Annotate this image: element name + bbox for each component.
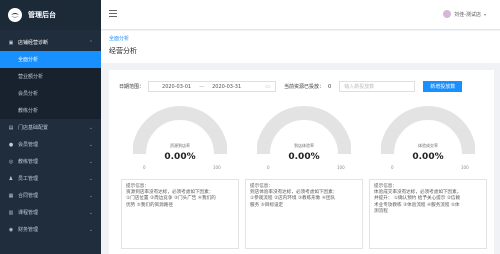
tip-box: 提示信息： 到店体验率没有达标，必须考虑如下因素： ①参观流程 ②店内环境 ③教… — [245, 179, 363, 249]
sidebar-item-coach-analysis[interactable]: 教练分析 — [0, 102, 101, 119]
top-header: 刘佳-测试店 ▾ — [101, 0, 500, 30]
menu-member-management[interactable]: ● 会员管理 ⌄ — [0, 136, 101, 153]
date-range-label: 日期范围： — [119, 84, 145, 90]
gauge-max: 100 — [213, 165, 221, 170]
staff-icon: ♟ — [8, 175, 14, 182]
user-name: 刘佳-测试店 — [454, 11, 481, 18]
sidebar-item-revenue-analysis[interactable]: 营业额分析 — [0, 68, 101, 85]
gauge-min: 0 — [143, 165, 146, 170]
page-header: 全面分析 经营分析 — [101, 31, 500, 63]
calendar-icon: ▭ — [265, 83, 271, 90]
submenu-store-diagnosis: 全面分析 营业额分析 会员分析 教练分析 — [0, 51, 101, 119]
add-placement-button[interactable]: 新增投放数 — [423, 81, 463, 92]
start-date: 2020-03-01 — [162, 83, 192, 90]
finance-icon: ◉ — [8, 226, 14, 233]
gauge-name: 体验成交率 — [418, 143, 438, 148]
date-range-picker[interactable]: 2020-03-01 — 2020-03-31 ▭ — [148, 81, 277, 92]
menu-coach-management[interactable]: ◎ 教练管理 ⌄ — [0, 153, 101, 170]
gauge-arc — [257, 106, 351, 155]
sidebar-item-member-analysis[interactable]: 会员分析 — [0, 85, 101, 102]
chevron-down-icon: ⌄ — [88, 124, 93, 131]
tip-box: 提示信息： 资源到店率没有达标，必须考虑如下因素： ①门店位置 ②周边竞争 ③门… — [121, 179, 239, 249]
tip-line: 服务 ⑤目标设定 — [250, 202, 284, 208]
chevron-down-icon: ⌄ — [88, 141, 93, 148]
app-title: 管理后台 — [28, 11, 56, 19]
sidebar-item-overall-analysis[interactable]: 全面分析 — [0, 51, 101, 68]
menu-label: 店铺经营诊断 — [18, 40, 49, 46]
end-date: 2020-03-31 — [212, 83, 242, 90]
tip-line: 优势 ⑤我们的资源路径 — [126, 202, 173, 208]
menu-label: 门店基础配置 — [18, 125, 49, 131]
gauge-name: 资源到店率 — [170, 143, 190, 148]
sidebar: 管理后台 ▣ 店铺经营诊断 ⌃ 全面分析 营业额分析 会员分析 教练分析 ▤ 门… — [0, 0, 101, 254]
chevron-down-icon: ⌄ — [88, 209, 93, 216]
avatar — [443, 10, 452, 18]
doc-icon: ▤ — [8, 124, 14, 131]
menu-label: 财务管理 — [18, 227, 39, 233]
resource-label: 当前资源已投放： — [284, 84, 325, 90]
gauge-value: 0.00% — [288, 152, 320, 162]
menu-store-diagnosis[interactable]: ▣ 店铺经营诊断 ⌃ — [0, 34, 101, 51]
menu-label: 教练管理 — [18, 159, 39, 165]
course-icon: ▥ — [8, 209, 14, 216]
logo-icon — [8, 8, 22, 22]
tip-line: 测流程 — [374, 208, 388, 214]
main-card: 日期范围： 2020-03-01 — 2020-03-31 ▭ 当前资源已投放：… — [109, 70, 494, 254]
user-icon: ● — [8, 141, 14, 148]
chevron-down-icon: ⌄ — [88, 226, 93, 233]
menu-label: 会员管理 — [18, 142, 39, 148]
menu-course-management[interactable]: ▥ 课程管理 ⌄ — [0, 204, 101, 221]
gauge-max: 100 — [337, 165, 345, 170]
menu-label: 员工管理 — [18, 176, 39, 182]
contract-icon: ▦ — [8, 192, 14, 199]
gauge-arc — [381, 106, 475, 155]
coach-icon: ◎ — [8, 158, 14, 165]
gauge-arc — [133, 106, 227, 155]
resource-value: 0 — [328, 83, 332, 90]
new-placement-input[interactable] — [339, 81, 416, 92]
gauge-min: 0 — [267, 165, 270, 170]
menu-contract-management[interactable]: ▦ 合同管理 ⌄ — [0, 187, 101, 204]
filter-bar: 日期范围： 2020-03-01 — 2020-03-31 ▭ 当前资源已投放：… — [119, 81, 463, 92]
date-separator: — — [199, 83, 205, 90]
gauge-max: 100 — [461, 165, 469, 170]
chevron-down-icon: ⌄ — [88, 175, 93, 182]
gauge-value: 0.00% — [164, 152, 196, 162]
chevron-down-icon: ⌄ — [88, 158, 93, 165]
gauge-value: 0.00% — [412, 152, 444, 162]
gauge-name: 到店体验率 — [294, 143, 314, 148]
logo: 管理后台 — [0, 0, 101, 30]
menu-label: 课程管理 — [18, 210, 39, 216]
user-menu[interactable]: 刘佳-测试店 ▾ — [443, 10, 486, 18]
menu-staff-management[interactable]: ♟ 员工管理 ⌄ — [0, 170, 101, 187]
menu-toggle-icon[interactable] — [109, 10, 117, 17]
gauge-min: 0 — [391, 165, 394, 170]
chevron-up-icon: ⌃ — [88, 39, 93, 46]
page-title: 经营分析 — [109, 47, 137, 55]
breadcrumb[interactable]: 全面分析 — [109, 35, 492, 42]
store-icon: ▣ — [8, 39, 14, 46]
menu-label: 合同管理 — [18, 193, 39, 199]
tip-box: 提示信息： 体验成交率没有达标，必须考虑如下因素， 并提升： ①确认预约 给予关… — [369, 179, 487, 249]
caret-down-icon: ▾ — [483, 11, 486, 17]
menu-store-config[interactable]: ▤ 门店基础配置 ⌄ — [0, 119, 101, 136]
chevron-down-icon: ⌄ — [88, 192, 93, 199]
menu-finance-management[interactable]: ◉ 财务管理 ⌄ — [0, 221, 101, 238]
